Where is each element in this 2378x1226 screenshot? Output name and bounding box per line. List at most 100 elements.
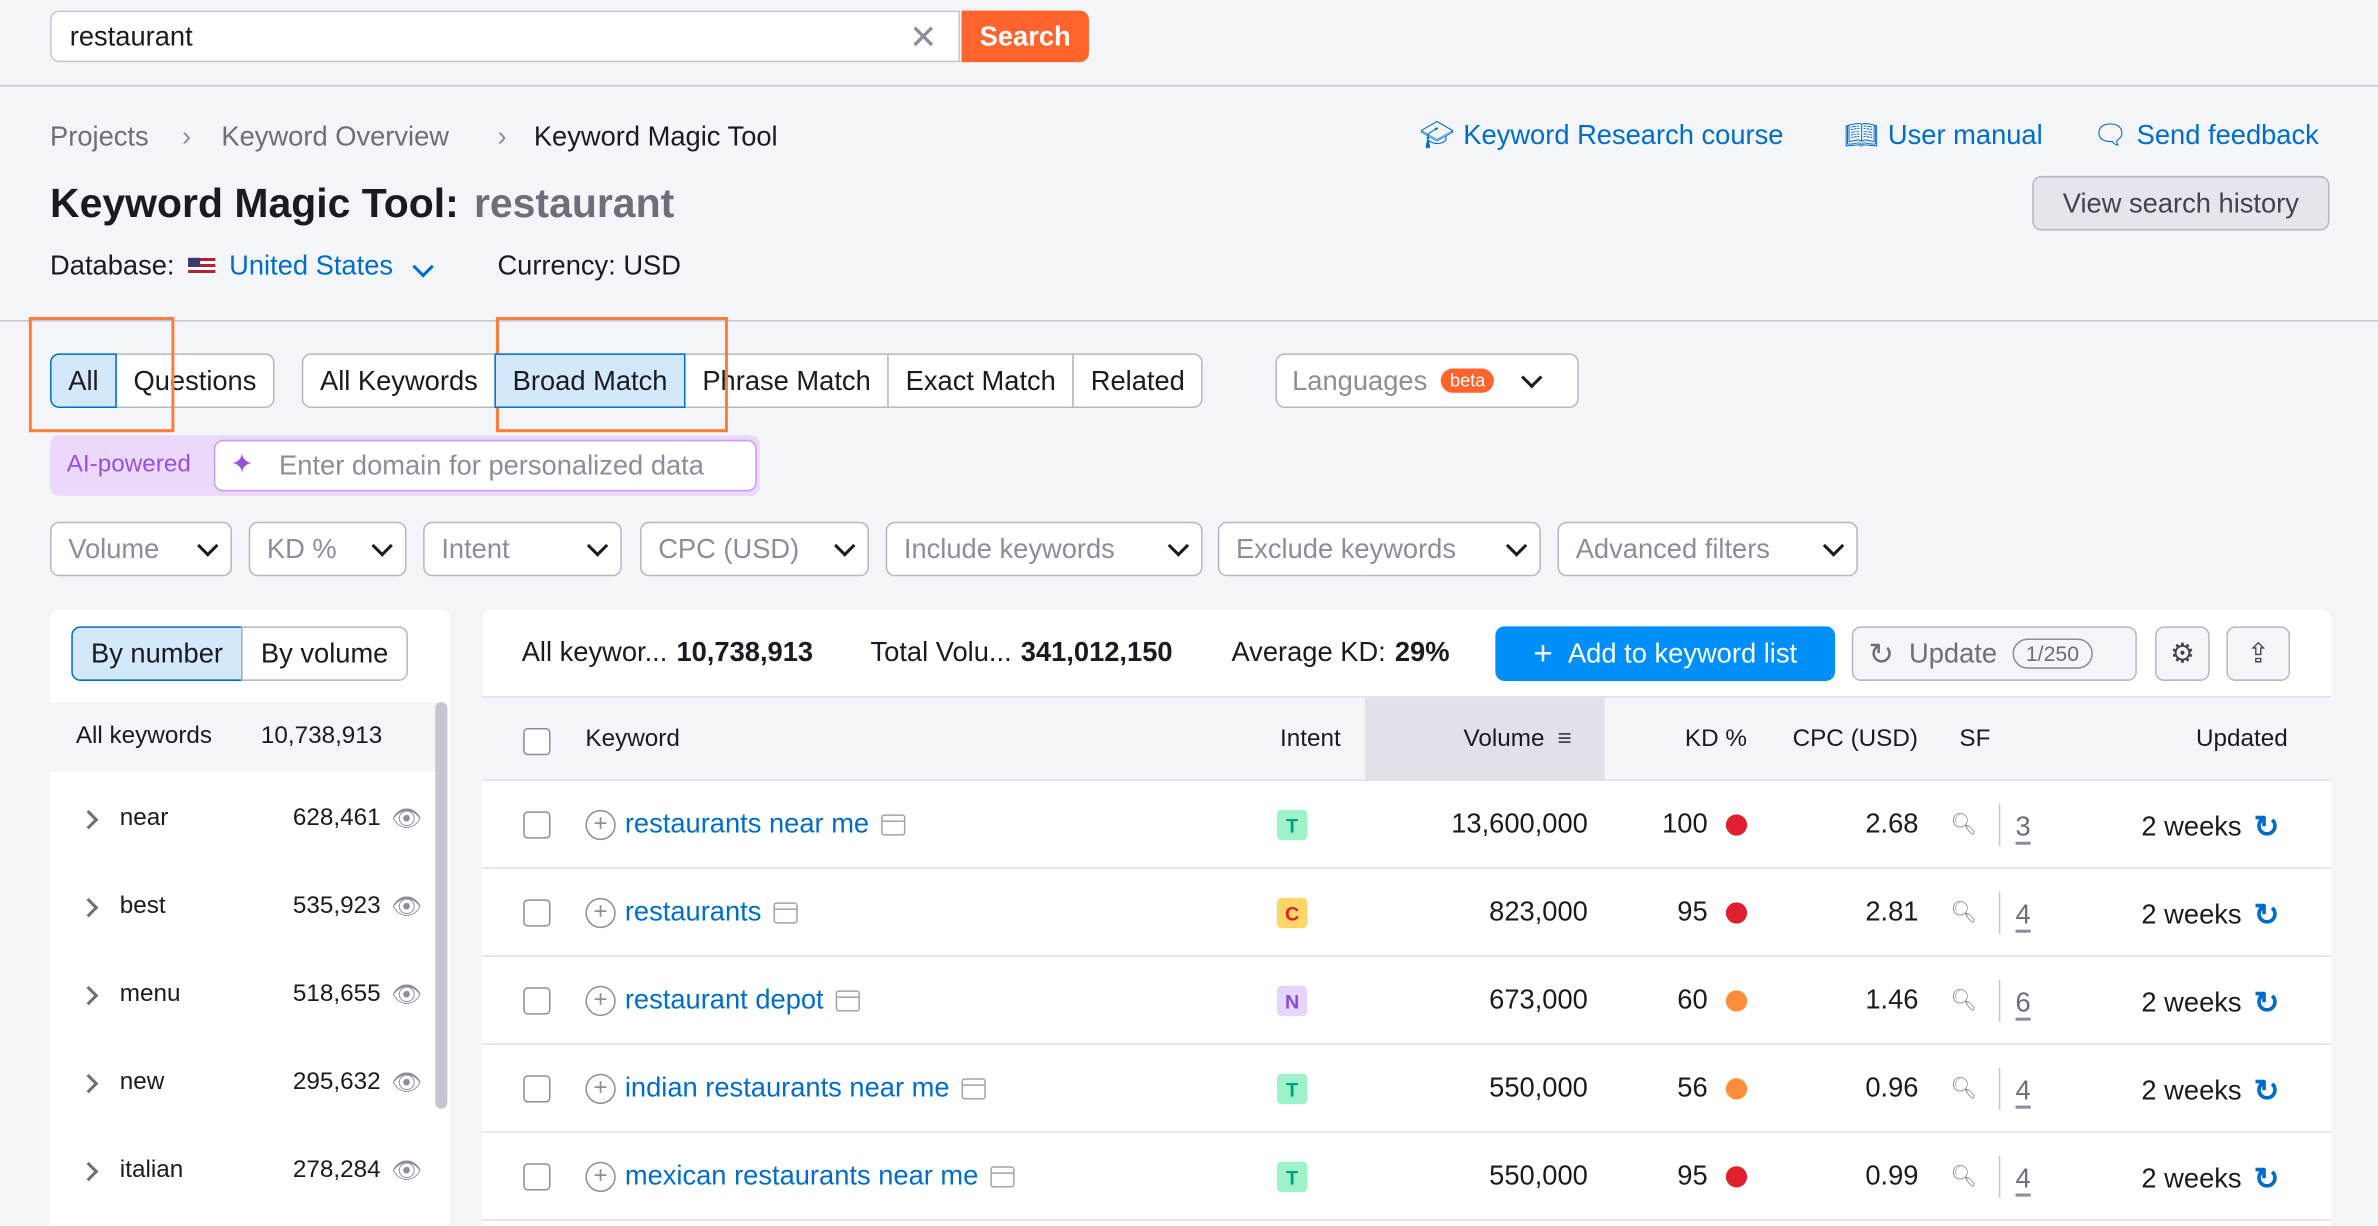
eye-icon[interactable]: 👁︎ [391, 804, 422, 834]
refresh-icon[interactable]: ↻ [2254, 984, 2279, 1022]
add-keyword-icon[interactable]: + [585, 985, 616, 1017]
tab-all-keywords[interactable]: All Keywords [301, 353, 496, 408]
languages-label: Languages [1292, 364, 1428, 396]
add-to-keyword-list-button[interactable]: + Add to keyword list [1495, 626, 1836, 681]
serp-icon[interactable] [990, 1165, 1015, 1187]
eye-icon[interactable]: 👁︎ [391, 1156, 422, 1186]
settings-button[interactable]: ⚙ [2155, 626, 2210, 681]
serp-icon[interactable] [773, 901, 798, 923]
group-item[interactable]: best [79, 893, 166, 920]
filter-label: KD % [266, 533, 337, 564]
kd-filter[interactable]: KD % [248, 521, 407, 577]
col-kd[interactable]: KD % [1685, 726, 1747, 753]
col-cpc[interactable]: CPC (USD) [1793, 726, 1918, 753]
eye-icon[interactable]: 👁︎ [391, 1068, 422, 1098]
cpc-filter[interactable]: CPC (USD) [639, 521, 870, 577]
user-manual-link[interactable]: 📖︎ User manual [1844, 120, 2043, 152]
serp-features-icon[interactable]: 🔍︎ [1950, 987, 1977, 1013]
row-checkbox[interactable] [523, 1163, 551, 1191]
serp-icon[interactable] [835, 989, 861, 1011]
serp-features-icon[interactable]: 🔍︎ [1950, 811, 1977, 837]
chevron-down-icon [1521, 366, 1544, 388]
search-input[interactable] [51, 12, 907, 61]
include-keywords-filter[interactable]: Include keywords [885, 521, 1203, 577]
sf-count[interactable]: 6 [2015, 987, 2031, 1021]
refresh-icon[interactable]: ↻ [2254, 808, 2279, 846]
keyword-link[interactable]: restaurants [625, 896, 798, 928]
languages-dropdown[interactable]: Languages beta [1275, 353, 1579, 408]
eye-icon[interactable]: 👁︎ [391, 980, 422, 1010]
col-sf[interactable]: SF [1959, 726, 1990, 753]
col-updated[interactable]: Updated [2196, 726, 2288, 753]
serp-icon[interactable] [961, 1077, 986, 1099]
sf-count[interactable]: 4 [2015, 1075, 2031, 1109]
sf-count[interactable]: 4 [2015, 899, 2031, 933]
chevron-right-icon [79, 897, 99, 917]
row-checkbox[interactable] [523, 811, 551, 839]
row-checkbox[interactable] [523, 1075, 551, 1103]
refresh-icon: ↻ [1868, 637, 1894, 672]
plus-icon: + [1533, 633, 1553, 672]
serp-features-icon[interactable]: 🔍︎ [1950, 899, 1977, 925]
serp-features-icon[interactable]: 🔍︎ [1950, 1075, 1977, 1101]
view-search-history-button[interactable]: View search history [2032, 175, 2330, 231]
add-keyword-icon[interactable]: + [585, 897, 616, 929]
group-item[interactable]: new [79, 1069, 164, 1096]
keyword-link[interactable]: restaurants near me [625, 808, 906, 840]
breadcrumb-projects[interactable]: Projects [50, 121, 149, 153]
scrollbar[interactable] [435, 702, 448, 1109]
tab-all[interactable]: All [50, 353, 117, 408]
send-feedback-link[interactable]: 🗨︎ Send feedback [2093, 120, 2319, 152]
tab-exact-match[interactable]: Exact Match [887, 353, 1075, 408]
sf-count[interactable]: 3 [2015, 811, 2031, 845]
chevron-down-icon [586, 534, 609, 556]
volume-filter[interactable]: Volume [50, 521, 233, 577]
keyword-link[interactable]: mexican restaurants near me [625, 1160, 1015, 1192]
keyword-text: restaurants [624, 896, 762, 927]
by-number-button[interactable]: By number [71, 626, 243, 681]
row-checkbox[interactable] [523, 899, 551, 927]
exclude-keywords-filter[interactable]: Exclude keywords [1217, 521, 1541, 577]
by-volume-button[interactable]: By volume [241, 626, 409, 681]
database-selector[interactable]: Database: United States [50, 250, 435, 282]
update-button[interactable]: ↻ Update 1/250 [1851, 626, 2137, 681]
group-item[interactable]: near [79, 805, 168, 832]
refresh-icon[interactable]: ↻ [2254, 1072, 2279, 1110]
cpc-value: 0.99 [1865, 1160, 1919, 1191]
clear-icon[interactable]: ✕ [909, 18, 937, 57]
keyword-link[interactable]: restaurant depot [625, 984, 861, 1016]
search-button[interactable]: Search [961, 10, 1089, 63]
update-label: Update [1909, 637, 1998, 669]
refresh-icon[interactable]: ↻ [2254, 896, 2279, 934]
tab-related[interactable]: Related [1072, 353, 1204, 408]
col-volume[interactable]: Volume [1464, 726, 1545, 753]
sf-count[interactable]: 4 [2015, 1163, 2031, 1197]
col-intent[interactable]: Intent [1280, 726, 1341, 753]
col-keyword[interactable]: Keyword [585, 726, 679, 753]
chevron-right-icon [79, 1161, 99, 1181]
us-flag-icon [188, 258, 216, 277]
serp-features-icon[interactable]: 🔍︎ [1950, 1163, 1977, 1189]
refresh-icon[interactable]: ↻ [2254, 1160, 2279, 1198]
tab-broad-match[interactable]: Broad Match [494, 353, 686, 408]
select-all-checkbox[interactable] [523, 727, 551, 756]
serp-icon[interactable] [881, 813, 906, 835]
keyword-course-link[interactable]: 🎓︎ Keyword Research course [1420, 120, 1784, 152]
eye-icon[interactable]: 👁︎ [391, 892, 422, 922]
add-keyword-icon[interactable]: + [585, 1073, 616, 1105]
group-item[interactable]: italian [79, 1157, 183, 1184]
intent-filter[interactable]: Intent [423, 521, 622, 577]
send-feedback-label: Send feedback [2136, 119, 2319, 151]
export-button[interactable]: ⇪ [2226, 626, 2291, 681]
keyword-link[interactable]: indian restaurants near me [625, 1072, 986, 1104]
add-keyword-icon[interactable]: + [585, 809, 616, 841]
domain-input[interactable]: Enter domain for personalized data [213, 439, 757, 492]
row-checkbox[interactable] [523, 987, 551, 1015]
group-item[interactable]: menu [79, 981, 181, 1008]
volume-value: 550,000 [1489, 1160, 1588, 1191]
breadcrumb-keyword-overview[interactable]: Keyword Overview [221, 121, 449, 153]
add-keyword-icon[interactable]: + [585, 1161, 616, 1193]
currency-label: Currency: USD [497, 250, 681, 281]
advanced-filters[interactable]: Advanced filters [1557, 521, 1858, 577]
database-value[interactable]: United States [229, 250, 393, 280]
